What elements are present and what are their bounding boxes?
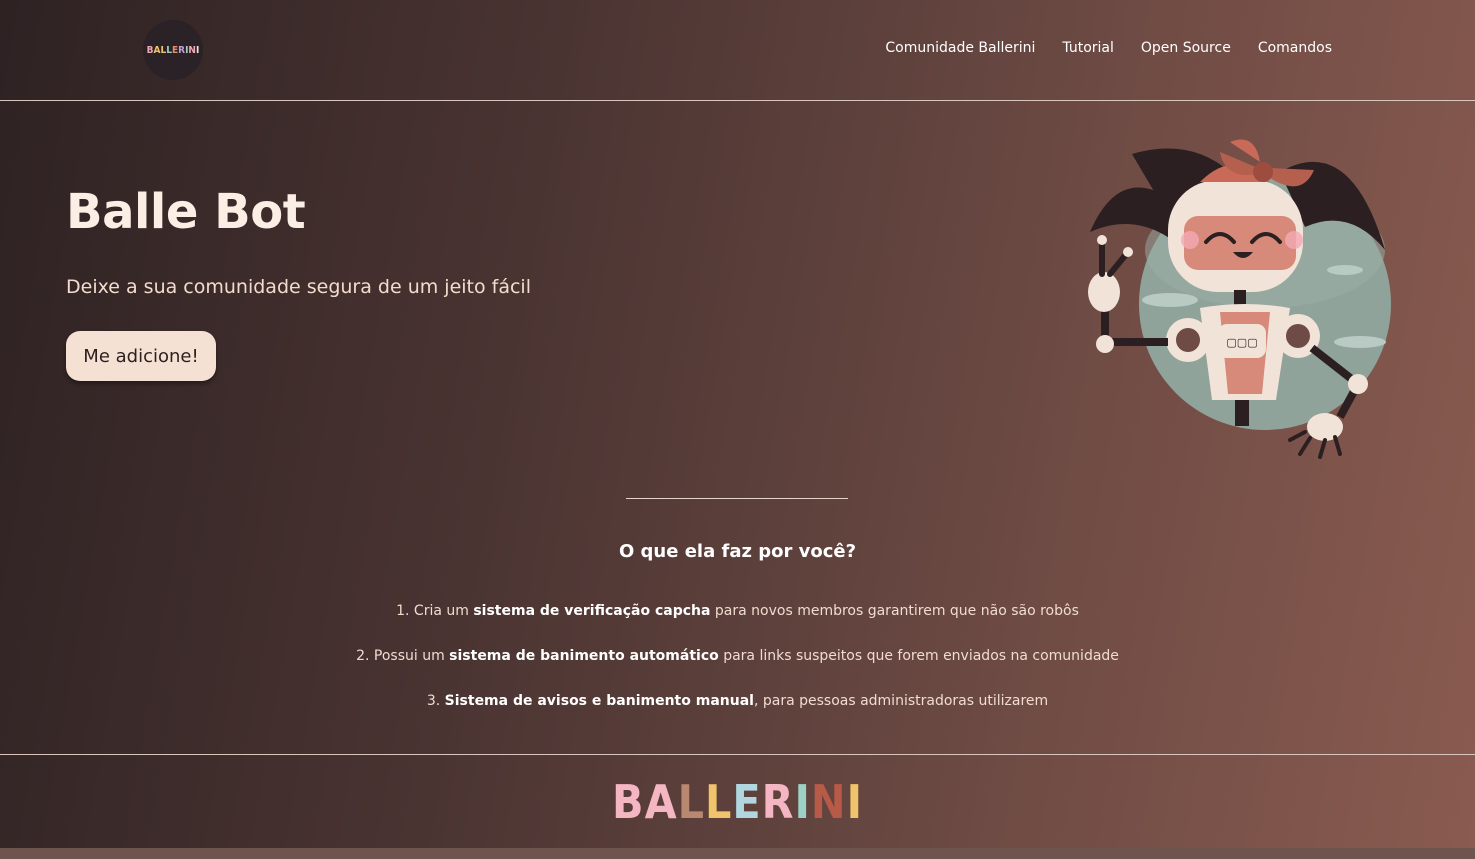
main-nav: Comunidade Ballerini Tutorial Open Sourc… (885, 40, 1332, 56)
hero-title: Balle Bot (66, 184, 306, 240)
feature-item-2: 2. Possui um sistema de banimento automá… (356, 648, 1119, 664)
features-title: O que ela faz por você? (618, 541, 857, 562)
add-bot-button[interactable]: Me adicione! (66, 331, 216, 381)
nav-link-tutorial[interactable]: Tutorial (1062, 40, 1113, 56)
footer-brand-logo: BALLERINI (612, 774, 863, 829)
site-header: BALLERINI Comunidade Ballerini Tutorial … (0, 0, 1475, 101)
feature-item-3: 3. Sistema de avisos e banimento manual,… (426, 693, 1049, 709)
feature-item-1: 1. Cria um sistema de verificação capcha… (396, 603, 1079, 619)
bottom-strip (0, 848, 1475, 859)
site-footer: BALLERINI (0, 754, 1475, 848)
nav-link-open-source[interactable]: Open Source (1141, 40, 1231, 56)
ballerini-logo[interactable]: BALLERINI (143, 20, 203, 80)
nav-link-comandos[interactable]: Comandos (1258, 40, 1332, 56)
robot-screen-glyphs: ▢▢▢ (1226, 336, 1257, 349)
logo-text: BALLERINI (146, 44, 200, 56)
section-divider (626, 498, 848, 499)
hero-subtitle: Deixe a sua comunidade segura de um jeit… (66, 276, 531, 298)
nav-link-comunidade[interactable]: Comunidade Ballerini (885, 40, 1035, 56)
robot-illustration: ▢▢▢ (1088, 139, 1391, 459)
